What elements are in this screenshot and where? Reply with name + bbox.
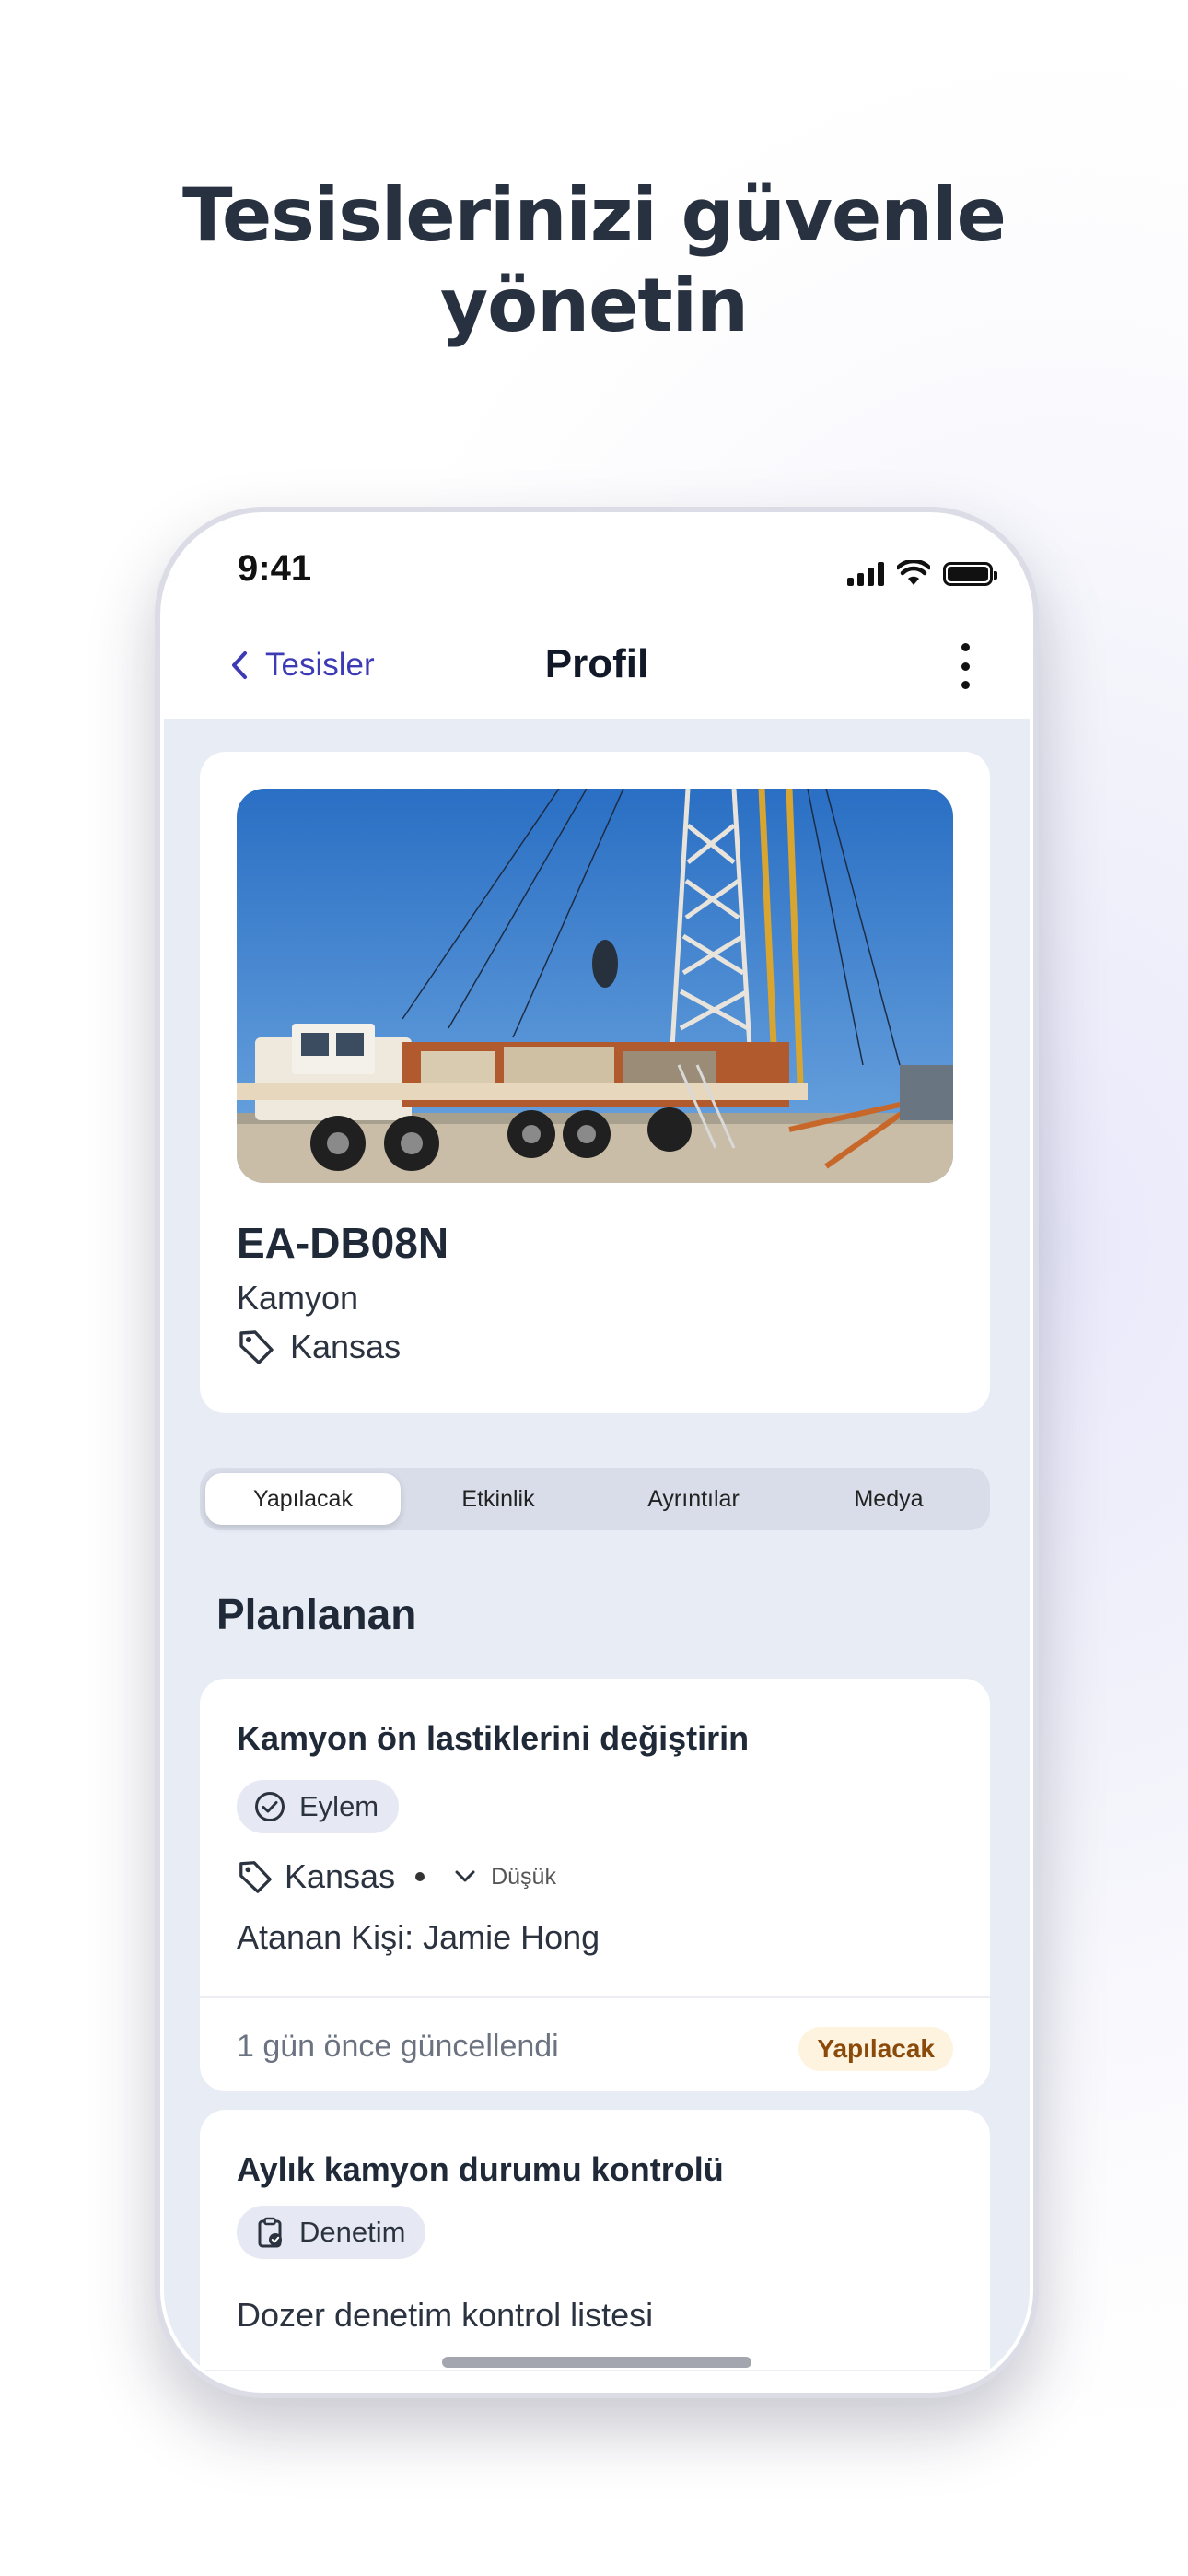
more-dot	[961, 662, 970, 671]
clipboard-check-icon	[258, 2217, 282, 2248]
task-updated: 1 gün önce güncellendi	[237, 2029, 559, 2064]
asset-profile-card: EA-DB08N Kamyon Kansas	[200, 752, 990, 1413]
battery-icon	[943, 562, 997, 586]
task-type-label: Eylem	[299, 1790, 379, 1822]
task-type-chip: Eylem	[237, 1780, 400, 1833]
tab-media[interactable]: Medya	[791, 1473, 986, 1525]
headline-line-1: Tesislerinizi güvenle	[182, 172, 1007, 258]
status-badge: Yapılacak	[798, 2027, 953, 2071]
task-type-chip: Denetim	[237, 2206, 426, 2259]
asset-type: Kamyon	[237, 1279, 359, 1317]
tab-bar: Yapılacak Etkinlik Ayrıntılar Medya	[200, 1468, 990, 1530]
task-location: Kansas	[285, 1857, 396, 1895]
task-title: Aylık kamyon durumu kontrolü	[237, 2150, 724, 2188]
more-options-button[interactable]	[956, 643, 974, 689]
tag-icon	[239, 1861, 272, 1893]
task-card[interactable]: Kamyon ön lastiklerini değiştirin Eylem …	[200, 1679, 990, 2091]
task-assignee: Atanan Kişi: Jamie Hong	[237, 1918, 600, 1956]
asset-photo[interactable]	[237, 789, 953, 1183]
chevron-down-icon	[455, 1870, 475, 1882]
task-type-label: Denetim	[299, 2216, 406, 2248]
page-title: Profil	[544, 641, 649, 686]
separator-dot	[415, 1872, 425, 1881]
tag-icon	[239, 1330, 274, 1364]
task-title: Kamyon ön lastiklerini değiştirin	[237, 1719, 750, 1757]
tab-details[interactable]: Ayrıntılar	[596, 1473, 791, 1525]
wifi-icon	[897, 560, 930, 585]
more-dot	[961, 681, 970, 689]
home-indicator[interactable]	[442, 2357, 751, 2368]
check-circle-icon	[255, 1792, 285, 1821]
divider	[200, 2370, 990, 2371]
section-title: Planlanan	[216, 1590, 417, 1638]
tab-todo[interactable]: Yapılacak	[205, 1473, 401, 1525]
tab-activity[interactable]: Etkinlik	[401, 1473, 596, 1525]
asset-id: EA-DB08N	[237, 1219, 449, 1267]
more-dot	[961, 643, 970, 651]
phone-screen: 9:41 Tesisler Profil EA-DB08N Kamyon Kan…	[164, 516, 1030, 2389]
task-description: Dozer denetim kontrol listesi	[237, 2296, 654, 2334]
headline-line-2: yönetin	[440, 263, 749, 348]
task-meta: Kansas Düşük	[237, 1857, 556, 1896]
top-bar: 9:41 Tesisler Profil	[164, 516, 1030, 719]
task-priority: Düşük	[491, 1863, 556, 1890]
status-time: 9:41	[238, 548, 312, 589]
asset-location-label: Kansas	[290, 1328, 402, 1365]
divider	[200, 1996, 990, 1998]
marketing-headline: Tesislerinizi güvenle yönetin	[0, 170, 1188, 351]
cellular-signal-icon	[847, 562, 884, 586]
asset-location: Kansas	[237, 1328, 401, 1366]
drilling-rig-image	[237, 789, 953, 1183]
status-icons	[847, 558, 997, 586]
task-card[interactable]: Aylık kamyon durumu kontrolü Denetim Doz…	[200, 2110, 990, 2389]
